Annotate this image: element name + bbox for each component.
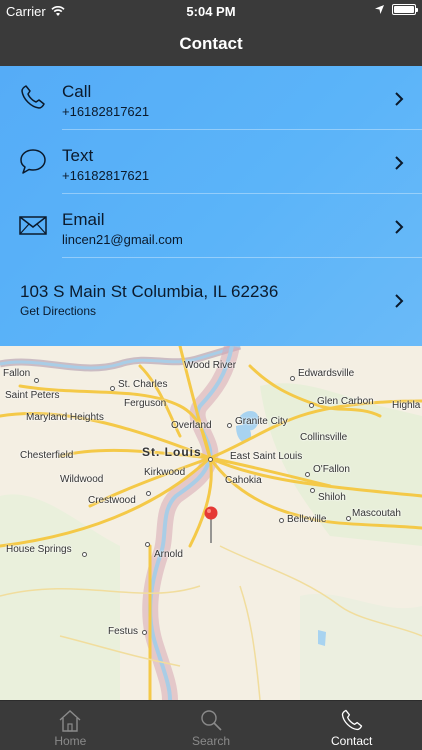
map-label-maryland-heights: Maryland Heights bbox=[26, 412, 104, 423]
map-label-fallon: Fallon bbox=[3, 368, 31, 379]
tab-bar: Home Search Contact bbox=[0, 700, 422, 750]
map-city-dot bbox=[82, 552, 87, 557]
map-city-dot bbox=[142, 630, 147, 635]
map-label-mascoutah: Mascoutah bbox=[352, 508, 401, 519]
text-row[interactable]: Text +16182817621 bbox=[0, 130, 422, 194]
map-label-festus: Festus bbox=[108, 626, 139, 637]
tab-home-label: Home bbox=[54, 734, 87, 748]
row-divider bbox=[62, 257, 422, 258]
map-label-crestwood: Crestwood bbox=[88, 495, 136, 506]
map-label-chesterfield: Chesterfield bbox=[20, 450, 74, 461]
status-right bbox=[375, 4, 418, 15]
chevron-right-icon bbox=[395, 220, 404, 234]
map-city-dot bbox=[34, 378, 39, 383]
map-label-ofallon: O'Fallon bbox=[313, 464, 350, 475]
map-label-st-louis: St. Louis bbox=[142, 445, 202, 459]
call-number: +16182817621 bbox=[62, 104, 150, 119]
map-city-dot bbox=[146, 491, 151, 496]
map-label-wildwood: Wildwood bbox=[60, 474, 104, 485]
email-address: lincen21@gmail.com bbox=[62, 232, 183, 247]
location-arrow-icon bbox=[375, 5, 384, 14]
contact-list: Call +16182817621 Text +16182817621 Emai… bbox=[0, 66, 422, 346]
magnifier-icon bbox=[201, 710, 222, 731]
tab-search-label: Search bbox=[191, 734, 231, 748]
text-number: +16182817621 bbox=[62, 168, 150, 183]
email-row[interactable]: Email lincen21@gmail.com bbox=[0, 194, 422, 258]
map-label-arnold: Arnold bbox=[154, 549, 183, 560]
map-label-st-charles: St. Charles bbox=[118, 379, 168, 390]
map-city-dot bbox=[309, 403, 314, 408]
phone-icon bbox=[341, 709, 362, 731]
map-label-cahokia: Cahokia bbox=[225, 475, 262, 486]
tab-contact-label: Contact bbox=[331, 734, 373, 748]
map-city-dot bbox=[208, 457, 213, 462]
tab-contact[interactable]: Contact bbox=[281, 701, 422, 750]
map-city-dot bbox=[310, 488, 315, 493]
map-label-shiloh: Shiloh bbox=[318, 492, 346, 503]
status-time: 5:04 PM bbox=[186, 4, 236, 19]
directions-label: Get Directions bbox=[20, 304, 97, 318]
house-icon bbox=[59, 710, 81, 732]
address-row[interactable]: 103 S Main St Columbia, IL 62236 Get Dir… bbox=[0, 262, 422, 340]
map-city-dot bbox=[305, 472, 310, 477]
phone-icon bbox=[21, 85, 45, 109]
email-title: Email bbox=[62, 210, 105, 229]
map-city-dot bbox=[346, 516, 351, 521]
map-city-dot bbox=[227, 423, 232, 428]
call-title: Call bbox=[62, 82, 92, 101]
nav-title: Contact bbox=[0, 22, 422, 66]
map-city-dot bbox=[290, 376, 295, 381]
map-label-overland: Overland bbox=[171, 420, 212, 431]
map-pin-icon[interactable] bbox=[204, 505, 218, 545]
tab-search[interactable]: Search bbox=[141, 701, 282, 750]
status-bar: Carrier 5:04 PM bbox=[0, 0, 422, 22]
map-city-dot bbox=[279, 518, 284, 523]
battery-icon bbox=[392, 4, 418, 15]
speech-bubble-icon bbox=[20, 149, 46, 174]
map-label-granite-city: Granite City bbox=[235, 416, 288, 427]
map-city-dot bbox=[110, 386, 115, 391]
envelope-icon bbox=[19, 216, 47, 235]
tab-home[interactable]: Home bbox=[0, 701, 141, 750]
text-title: Text bbox=[62, 146, 94, 165]
map-label-kirkwood: Kirkwood bbox=[144, 467, 186, 478]
address-title: 103 S Main St Columbia, IL 62236 bbox=[20, 282, 279, 301]
map-city-dot bbox=[145, 542, 150, 547]
map-label-belleville: Belleville bbox=[287, 514, 327, 525]
map-label-saint-peters: Saint Peters bbox=[5, 390, 60, 401]
map-label-house-springs: House Springs bbox=[6, 544, 72, 555]
chevron-right-icon bbox=[395, 92, 404, 106]
map-label-collinsville: Collinsville bbox=[300, 432, 348, 443]
map-label-edwardsville: Edwardsville bbox=[298, 368, 355, 379]
map-label-highland: Highla bbox=[392, 400, 421, 411]
map-label-glen-carbon: Glen Carbon bbox=[317, 396, 374, 407]
call-row[interactable]: Call +16182817621 bbox=[0, 66, 422, 130]
chevron-right-icon bbox=[395, 294, 404, 308]
map-label-wood-river: Wood River bbox=[184, 360, 237, 371]
map-label-ferguson: Ferguson bbox=[124, 398, 167, 409]
map-label-east-saint-louis: East Saint Louis bbox=[230, 451, 303, 462]
chevron-right-icon bbox=[395, 156, 404, 170]
